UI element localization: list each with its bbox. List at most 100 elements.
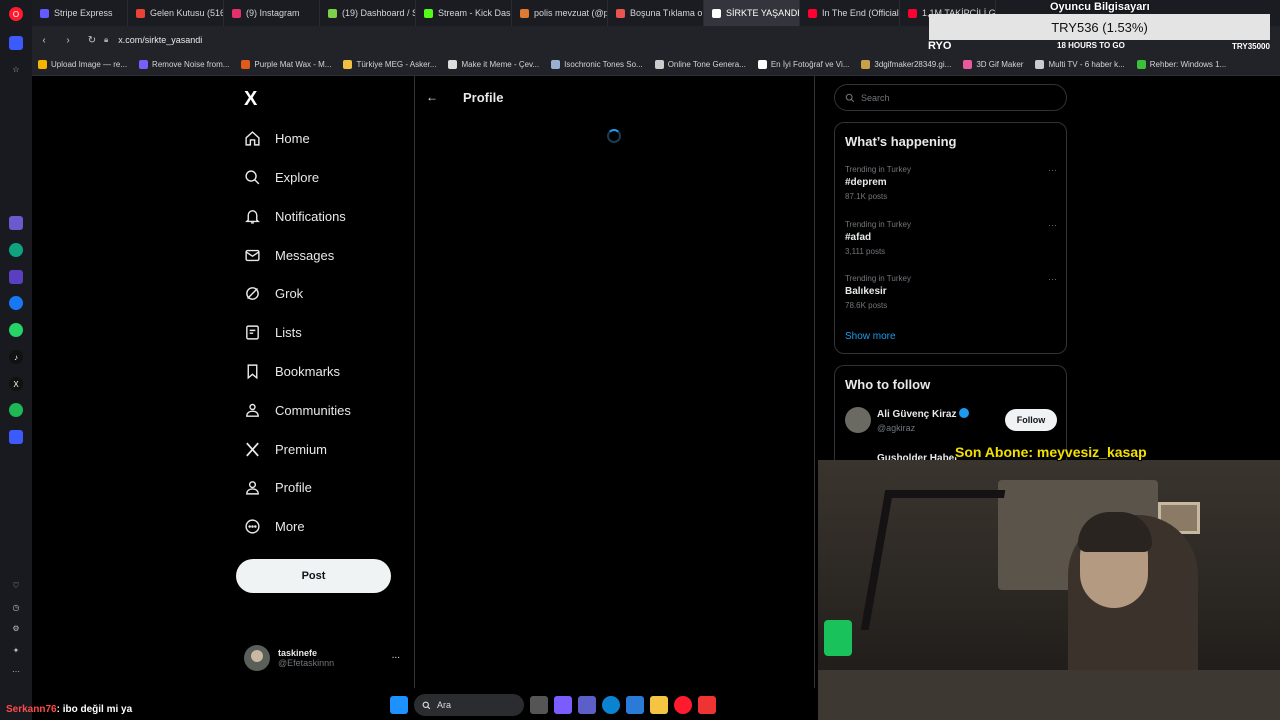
browser-tab[interactable]: Stream - Kick Dashbo (416, 0, 512, 26)
player-icon[interactable] (9, 430, 23, 444)
bookmark-item[interactable]: 3dgifmaker28349.gi... (855, 60, 957, 69)
goal-target: TRY35000 (1232, 42, 1270, 51)
trend-item[interactable]: Trending in Turkey #afad 3,111 posts ··· (845, 220, 1057, 256)
post-button[interactable]: Post (236, 559, 391, 593)
reload-icon[interactable]: ↻ (80, 35, 104, 46)
account-more-icon[interactable]: ... (392, 650, 400, 661)
file-explorer-icon[interactable] (650, 696, 668, 714)
bookmark-item[interactable]: Türkiye MEG - Asker... (337, 60, 442, 69)
avatar[interactable] (845, 407, 871, 433)
browser-tab[interactable]: SİRKTE YAŞANDI (@sirkt (704, 0, 800, 26)
nav-lists[interactable]: Lists (244, 320, 302, 344)
back-nav-icon[interactable]: ‹ (32, 35, 56, 46)
windows-start-icon[interactable] (390, 696, 408, 714)
chat-message: : ibo değil mi ya (56, 703, 133, 715)
nav-explore-label: Explore (275, 169, 320, 185)
app-icon[interactable] (9, 270, 23, 284)
heart-icon[interactable]: ♡ (9, 578, 23, 592)
messenger-icon[interactable] (9, 296, 23, 310)
trend-context: Trending in Turkey (845, 165, 911, 174)
tab-favicon-icon (908, 8, 917, 18)
show-more-link[interactable]: Show more (845, 331, 896, 342)
browser-tab[interactable]: In The End (Official H (800, 0, 900, 26)
forward-nav-icon[interactable]: › (56, 35, 80, 46)
aria-icon[interactable] (9, 216, 23, 230)
account-switcher[interactable]: taskinefe @Efetaskinnn ... (244, 644, 404, 672)
copilot-icon[interactable] (554, 696, 572, 714)
browser-tab[interactable]: (19) Dashboard / Str (320, 0, 416, 26)
x-icon[interactable]: X (9, 377, 23, 391)
verified-badge-icon (959, 408, 970, 418)
more-icon[interactable]: ⋯ (9, 664, 23, 678)
nav-premium[interactable]: Premium (244, 437, 327, 461)
trend-more-icon[interactable]: ··· (1048, 274, 1057, 284)
tab-favicon-icon (712, 8, 721, 18)
opera-logo-icon[interactable]: O (9, 7, 23, 21)
taskbar-search[interactable]: Ara (414, 694, 524, 716)
bookmark-item[interactable]: 3D Gif Maker (957, 60, 1029, 69)
nav-profile[interactable]: Profile (244, 475, 312, 499)
search-input[interactable] (861, 92, 1051, 103)
last-subscriber-overlay: Son Abone: meyvesiz_kasap (955, 444, 1147, 460)
settings-icon[interactable]: ⚙ (9, 621, 23, 635)
x-logo[interactable]: X (244, 88, 257, 111)
browser-tab[interactable]: Boşuna Tıklama on X (608, 0, 704, 26)
home-icon[interactable] (9, 36, 23, 50)
nav-bookmarks[interactable]: Bookmarks (244, 359, 340, 383)
tab-favicon-icon (520, 8, 529, 18)
browser-tab[interactable]: Gelen Kutusu (516) - (128, 0, 224, 26)
trend-item[interactable]: Trending in Turkey #deprem 87.1K posts ·… (845, 165, 1057, 201)
lightbulb-icon[interactable]: ✦ (9, 643, 23, 657)
bookmark-item[interactable]: En İyi Fotoğraf ve Vi... (752, 60, 856, 69)
trend-name: #afad (845, 232, 872, 243)
trend-item[interactable]: Trending in Turkey Balıkesir 78.6K posts… (845, 274, 1057, 310)
nav-notifications[interactable]: Notifications (244, 204, 346, 228)
bookmark-item[interactable]: Upload Image — re... (32, 60, 133, 69)
follow-suggestion-name[interactable]: Ali Güvenç Kiraz (877, 408, 970, 420)
url-field[interactable]: x.com/sirkte_yasandi (118, 35, 202, 45)
search-box[interactable] (834, 84, 1067, 111)
browser-tab[interactable]: Stripe Express (32, 0, 128, 26)
bookmark-item[interactable]: Online Tone Genera... (649, 60, 752, 69)
bookmark-favicon-icon (757, 60, 767, 69)
account-handle: @Efetaskinnn (278, 658, 335, 668)
trend-more-icon[interactable]: ··· (1048, 165, 1057, 175)
task-view-icon[interactable] (530, 696, 548, 714)
bookmark-item[interactable]: Remove Noise from... (133, 60, 235, 69)
nav-home[interactable]: Home (244, 126, 310, 150)
trend-more-icon[interactable]: ··· (1048, 220, 1057, 230)
nav-communities[interactable]: Communities (244, 398, 351, 422)
bookmark-item[interactable]: Purple Mat Wax - M... (235, 60, 337, 69)
spotify-icon[interactable] (9, 403, 23, 417)
goal-label: RYO (928, 40, 952, 52)
bookmark-label: Multi TV - 6 haber k... (1048, 60, 1125, 69)
browser-tab[interactable]: (9) Instagram (224, 0, 320, 26)
opera-taskbar-icon[interactable] (674, 696, 692, 714)
bookmark-item[interactable]: Rehber: Windows 1... (1131, 60, 1232, 69)
store-icon[interactable] (626, 696, 644, 714)
app-taskbar-icon[interactable] (698, 696, 716, 714)
chatgpt-icon[interactable] (9, 243, 23, 257)
taskbar-search-label: Ara (437, 700, 452, 710)
bookmark-label: Rehber: Windows 1... (1149, 60, 1227, 69)
tiktok-icon[interactable]: ♪ (9, 350, 23, 364)
bookmark-label: Make it Meme - Çev... (461, 60, 540, 69)
star-icon[interactable]: ☆ (9, 62, 23, 76)
nav-grok[interactable]: Grok (244, 281, 303, 305)
browser-tab[interactable]: polis mevzuat (@poli (512, 0, 608, 26)
follow-button[interactable]: Follow (1005, 409, 1057, 431)
teams-icon[interactable] (578, 696, 596, 714)
bookmark-label: Online Tone Genera... (667, 60, 746, 69)
nav-messages[interactable]: Messages (244, 243, 334, 267)
channel-overlay: Oyuncu Bilgisayarı (1050, 1, 1150, 13)
communities-icon (246, 403, 259, 417)
nav-more[interactable]: More (244, 514, 305, 538)
whatsapp-icon[interactable] (9, 323, 23, 337)
bookmark-item[interactable]: Multi TV - 6 haber k... (1029, 60, 1130, 69)
nav-explore[interactable]: Explore (244, 165, 319, 189)
edge-icon[interactable] (602, 696, 620, 714)
history-icon[interactable]: ◷ (9, 600, 23, 614)
bookmark-item[interactable]: Make it Meme - Çev... (442, 60, 545, 69)
back-arrow-icon[interactable]: ← (426, 90, 438, 104)
bookmark-item[interactable]: Isochronic Tones So... (545, 60, 649, 69)
